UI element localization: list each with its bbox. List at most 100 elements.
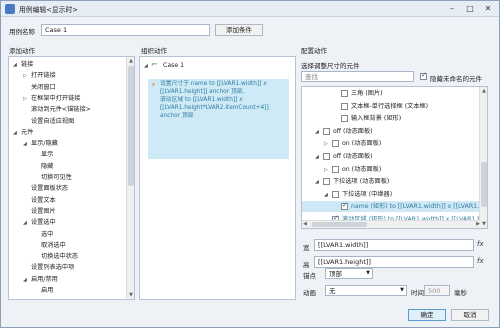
case-label[interactable]: Case 1 — [163, 61, 184, 70]
scroll-down-icon[interactable]: ▼ — [127, 291, 134, 299]
element-tree-item[interactable]: 下拉选项 (动态面板) — [333, 177, 389, 186]
element-checkbox[interactable] — [332, 140, 339, 148]
minimize-icon[interactable]: – — [445, 3, 459, 14]
element-checkbox[interactable] — [323, 127, 330, 135]
time-input[interactable]: 500 — [424, 285, 450, 296]
expanded-twisty-icon[interactable]: ◢ — [23, 277, 27, 283]
app-icon — [5, 4, 15, 14]
element-tree-item[interactable]: on (动态面板) — [342, 139, 381, 148]
animation-value: 无 — [329, 287, 336, 295]
case-twisty-icon[interactable]: ◢ — [144, 63, 148, 69]
action-tree-item[interactable]: 滚动到元件<锚链接> — [31, 105, 91, 114]
right-scrollbar[interactable]: ▲ ▼ — [479, 87, 487, 228]
action-tree-item[interactable]: 隐藏 — [41, 162, 53, 171]
ok-button[interactable]: 确定 — [408, 309, 446, 321]
left-scrollbar[interactable]: ▲ ▼ — [126, 57, 134, 299]
element-tree-item[interactable]: on (动态面板) — [342, 165, 381, 174]
action-tree-item[interactable]: 切换可见性 — [41, 173, 72, 182]
case-name-input[interactable]: Case 1 — [41, 24, 210, 36]
element-tree-item[interactable]: name (矩形) to [[LVAR1.width]] x [[LVAR1.h… — [351, 202, 487, 211]
element-tree-item[interactable]: 下拉选项 (中继器) — [342, 190, 392, 199]
element-checkbox[interactable] — [332, 165, 339, 173]
height-input[interactable]: [[LVAR1.height]] — [314, 256, 474, 268]
expanded-twisty-icon[interactable]: ◢ — [315, 154, 319, 160]
action-tree-item[interactable]: 设置选中 — [31, 218, 56, 227]
collapsed-twisty-icon[interactable]: ▷ — [23, 73, 27, 79]
width-fx-button[interactable]: fx — [477, 240, 484, 248]
action-tree-item[interactable]: 设置面板状态 — [31, 184, 68, 193]
case-editor-window: 用例编辑<显示时> – □ ✕ 用例名称 Case 1 添加条件 添加动作 组织… — [0, 0, 500, 328]
expanded-twisty-icon[interactable]: ◢ — [315, 129, 319, 135]
expanded-twisty-icon[interactable]: ◢ — [324, 192, 328, 198]
element-tree-item[interactable]: 文本框-单行选择框 (文本框) — [351, 102, 428, 111]
element-tree-item[interactable]: 输入框背景 (矩形) — [351, 114, 401, 123]
title-bar: 用例编辑<显示时> – □ ✕ — [1, 1, 499, 17]
expanded-twisty-icon[interactable]: ◢ — [23, 141, 27, 147]
ms-label: 毫秒 — [454, 289, 467, 297]
action-line: [[LVAR1.height*LVAR2.itemCount+4]] — [160, 105, 269, 111]
anchor-select[interactable]: 顶部 ▼ — [325, 268, 373, 279]
scroll-thumb[interactable] — [481, 162, 487, 207]
element-checkbox[interactable] — [341, 115, 348, 123]
action-line: 滚动区域 to [[LVAR1.width]] x — [160, 97, 243, 103]
scroll-right-icon[interactable]: ▶ — [476, 221, 480, 227]
element-tree-item[interactable]: off (动态面板) — [333, 127, 373, 136]
add-condition-button[interactable]: 添加条件 — [215, 24, 263, 36]
action-tree-item[interactable]: 设置图片 — [31, 207, 56, 216]
add-action-title: 添加动作 — [9, 47, 35, 55]
action-tree-item[interactable]: 取消选中 — [41, 241, 66, 250]
action-tree-item[interactable]: 启用 — [41, 286, 53, 295]
collapsed-twisty-icon[interactable]: ▷ — [23, 96, 27, 102]
element-checkbox[interactable] — [323, 153, 330, 160]
action-tree-item[interactable]: 链接 — [21, 60, 33, 69]
configure-action-title: 配置动作 — [301, 47, 327, 55]
action-selection[interactable]: ⚡ 设置尺寸于 name to [[LVAR1.width]] x [[LVAR1… — [148, 79, 289, 159]
add-action-panel: ◢ 链接 ▷ 打开链接关闭窗口 ▷ 在框架中打开链接滚动到元件<锚链接> 设置自适应视图 ◢ 元… — [8, 56, 135, 300]
action-tree-item[interactable]: 设置自适应视图 — [31, 117, 74, 126]
action-line: 设置尺寸于 name to [[LVAR1.width]] x — [160, 81, 267, 87]
element-checkbox[interactable] — [323, 178, 330, 186]
collapsed-twisty-icon[interactable]: ▷ — [324, 167, 328, 173]
window-title: 用例编辑<显示时> — [19, 6, 78, 14]
expanded-twisty-icon[interactable]: ◢ — [13, 130, 17, 136]
element-tree-item[interactable]: 三角 (图片) — [351, 89, 383, 98]
action-tree-item[interactable]: 启用/禁用 — [31, 275, 58, 284]
collapsed-twisty-icon[interactable]: ▷ — [324, 141, 328, 147]
case-name-label: 用例名称 — [9, 28, 35, 36]
animation-select[interactable]: 无 ▼ — [325, 285, 407, 296]
action-tree-item[interactable]: 显示/隐藏 — [31, 139, 58, 148]
cancel-button[interactable]: 取消 — [451, 309, 489, 321]
scroll-thumb[interactable] — [128, 66, 134, 186]
close-icon[interactable]: ✕ — [481, 3, 495, 14]
element-checkbox[interactable] — [332, 190, 339, 198]
scroll-up-icon[interactable]: ▲ — [127, 57, 134, 65]
element-tree-item[interactable]: off (动态面板) — [333, 152, 373, 161]
height-fx-button[interactable]: fx — [477, 257, 484, 265]
element-checkbox[interactable] — [341, 90, 348, 97]
anchor-value: 顶部 — [329, 270, 342, 278]
action-tree-item[interactable]: 设置文本 — [31, 196, 56, 205]
scroll-up-icon[interactable]: ▲ — [480, 87, 487, 95]
action-tree-item[interactable]: 显示 — [41, 150, 53, 159]
action-tree-item[interactable]: 在框架中打开链接 — [31, 94, 81, 103]
configure-action-panel: 选择调整尺寸的元件 查找 隐藏未命名的元件 三角 (图片) 文本框-单行选择框 (… — [299, 56, 493, 300]
scroll-left-icon[interactable]: ◀ — [303, 221, 307, 227]
action-tree-item[interactable]: 切换选中状态 — [41, 252, 78, 261]
search-input[interactable]: 查找 — [301, 71, 414, 82]
scroll-down-icon[interactable]: ▼ — [480, 220, 487, 228]
action-tree-item[interactable]: 选中 — [41, 230, 53, 239]
action-tree-item[interactable]: 元件 — [21, 128, 33, 137]
action-tree-item[interactable]: 打开链接 — [31, 71, 56, 80]
h-scroll-thumb[interactable] — [312, 222, 367, 227]
element-checkbox[interactable] — [341, 201, 348, 211]
horizontal-scrollbar[interactable]: ◀ ▶ — [302, 220, 481, 228]
expanded-twisty-icon[interactable]: ◢ — [13, 62, 17, 68]
action-tree-item[interactable]: 设置列表选中项 — [31, 263, 74, 272]
width-input[interactable]: [[LVAR1.width]] — [314, 239, 474, 251]
expanded-twisty-icon[interactable]: ◢ — [315, 179, 319, 185]
maximize-icon[interactable]: □ — [463, 3, 477, 14]
expanded-twisty-icon[interactable]: ◢ — [23, 220, 27, 226]
element-checkbox[interactable] — [341, 102, 348, 110]
action-tree-item[interactable]: 关闭窗口 — [31, 83, 56, 92]
hide-unnamed-checkbox[interactable] — [420, 71, 427, 80]
